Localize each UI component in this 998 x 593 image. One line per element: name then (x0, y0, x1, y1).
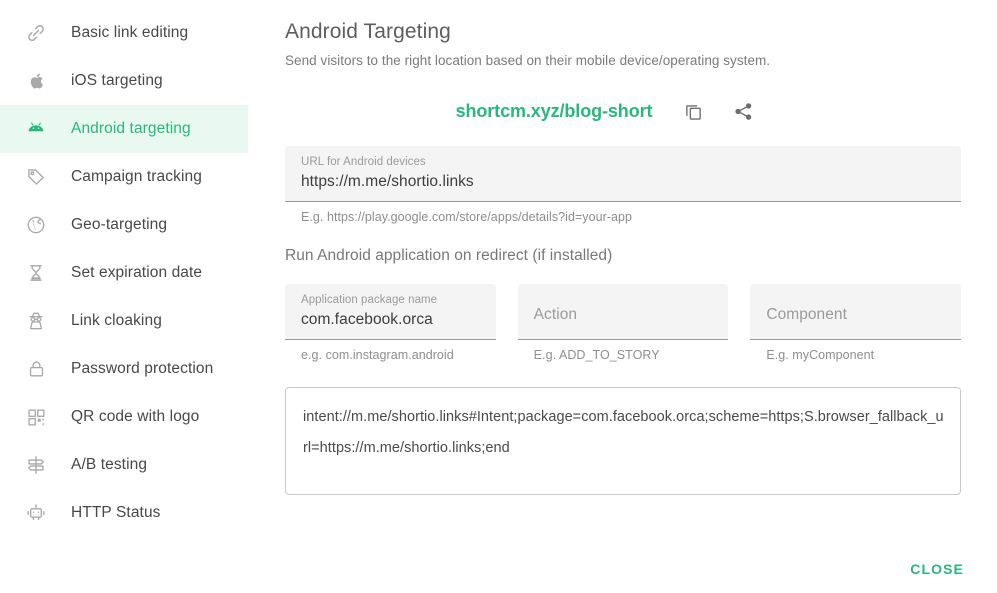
qr-code-icon (22, 403, 50, 431)
android-icon (22, 115, 50, 143)
signpost-icon (22, 451, 50, 479)
globe-icon (22, 211, 50, 239)
component-placeholder: Component (766, 304, 949, 326)
package-name-help: e.g. com.instagram.android (285, 347, 496, 363)
hourglass-icon (22, 259, 50, 287)
page-subtitle: Send visitors to the right location base… (285, 51, 961, 70)
sidebar-item-label: Link cloaking (71, 313, 162, 329)
sidebar-item-label: HTTP Status (71, 505, 161, 521)
action-field[interactable]: Action (518, 284, 729, 340)
short-link-row: shortcm.xyz/blog-short (285, 98, 961, 124)
apple-icon (22, 67, 50, 95)
package-name-field-group: Application package name com.facebook.or… (285, 284, 496, 363)
component-field[interactable]: Component (750, 284, 961, 340)
sidebar-item-password-protection[interactable]: Password protection (0, 345, 248, 393)
android-url-value: https://m.me/shortio.links (301, 171, 949, 193)
settings-sidebar: Basic link editing iOS targeting (0, 0, 248, 593)
android-url-field[interactable]: URL for Android devices https://m.me/sho… (285, 146, 961, 202)
sidebar-item-label: Campaign tracking (71, 169, 202, 185)
sidebar-item-geo-targeting[interactable]: Geo-targeting (0, 201, 248, 249)
robot-icon (22, 499, 50, 527)
sidebar-item-label: iOS targeting (71, 73, 163, 89)
sidebar-item-label: QR code with logo (71, 409, 199, 425)
page-title: Android Targeting (285, 18, 961, 46)
android-url-field-group: URL for Android devices https://m.me/sho… (285, 146, 961, 225)
component-help: E.g. myComponent (750, 347, 961, 363)
sidebar-item-basic-link-editing[interactable]: Basic link editing (0, 9, 248, 57)
copy-icon[interactable] (680, 98, 706, 124)
intent-fields-row: Application package name com.facebook.or… (285, 284, 961, 363)
android-targeting-dialog: Basic link editing iOS targeting (0, 0, 998, 593)
intent-url-textarea[interactable]: intent://m.me/shortio.links#Intent;packa… (285, 387, 961, 495)
sidebar-item-label: Set expiration date (71, 265, 202, 281)
tag-icon (22, 163, 50, 191)
action-field-group: Action E.g. ADD_TO_STORY (518, 284, 729, 363)
sidebar-item-ios-targeting[interactable]: iOS targeting (0, 57, 248, 105)
close-button[interactable]: CLOSE (900, 553, 974, 585)
sidebar-item-set-expiration-date[interactable]: Set expiration date (0, 249, 248, 297)
package-name-label: Application package name (301, 293, 484, 308)
lock-icon (22, 355, 50, 383)
sidebar-item-android-targeting[interactable]: Android targeting (0, 105, 248, 153)
sidebar-item-label: A/B testing (71, 457, 147, 473)
sidebar-item-label: Password protection (71, 361, 213, 377)
sidebar-item-ab-testing[interactable]: A/B testing (0, 441, 248, 489)
run-app-caption: Run Android application on redirect (if … (285, 245, 961, 267)
sidebar-item-label: Geo-targeting (71, 217, 167, 233)
package-name-field[interactable]: Application package name com.facebook.or… (285, 284, 496, 340)
component-field-group: Component E.g. myComponent (750, 284, 961, 363)
android-url-help: E.g. https://play.google.com/store/apps/… (285, 209, 961, 225)
action-placeholder: Action (534, 304, 717, 326)
sidebar-item-label: Android targeting (71, 121, 191, 137)
package-name-value: com.facebook.orca (301, 309, 484, 331)
android-targeting-panel: Android Targeting Send visitors to the r… (248, 0, 997, 593)
spy-icon (22, 307, 50, 335)
android-url-label: URL for Android devices (301, 155, 949, 170)
sidebar-item-campaign-tracking[interactable]: Campaign tracking (0, 153, 248, 201)
link-icon (22, 19, 50, 47)
sidebar-item-label: Basic link editing (71, 25, 188, 41)
action-help: E.g. ADD_TO_STORY (518, 347, 729, 363)
sidebar-item-http-status[interactable]: HTTP Status (0, 489, 248, 537)
sidebar-item-link-cloaking[interactable]: Link cloaking (0, 297, 248, 345)
share-icon[interactable] (730, 98, 756, 124)
short-link[interactable]: shortcm.xyz/blog-short (456, 101, 653, 122)
sidebar-item-qr-code-with-logo[interactable]: QR code with logo (0, 393, 248, 441)
